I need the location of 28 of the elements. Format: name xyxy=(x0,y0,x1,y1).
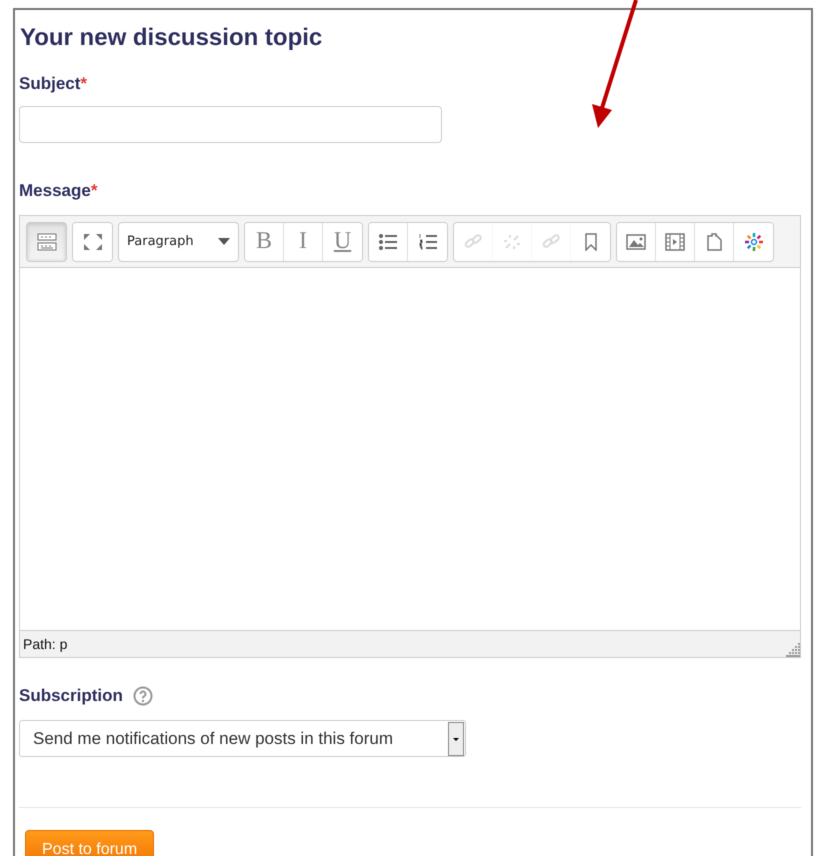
subject-label: Subject xyxy=(19,74,80,94)
broken-link-icon xyxy=(502,232,522,250)
format-dropdown[interactable]: Paragraph xyxy=(118,222,239,262)
subscription-select[interactable]: Send me notifications of new posts in this forum xyxy=(19,720,466,757)
help-icon[interactable] xyxy=(132,686,153,706)
required-mark: * xyxy=(80,74,88,94)
bookmark-icon xyxy=(584,232,598,250)
film-icon xyxy=(665,232,685,250)
bullets-button[interactable] xyxy=(369,222,408,260)
expand-icon xyxy=(82,232,102,250)
image-icon xyxy=(626,232,646,250)
form-heading: Your new discussion topic xyxy=(20,24,324,52)
element-path: Path: p xyxy=(23,636,68,652)
link-icon xyxy=(541,232,561,250)
link-icon xyxy=(463,232,483,250)
resize-grip-icon[interactable] xyxy=(786,643,800,657)
colorful-burst-icon xyxy=(744,232,764,252)
bullet-list-icon xyxy=(378,232,398,250)
bold-button[interactable]: B xyxy=(245,222,284,260)
numbered-list-icon xyxy=(418,232,438,250)
subscription-label: Subscription xyxy=(19,686,123,706)
message-label: Message xyxy=(19,181,91,201)
keyboard-icon xyxy=(36,232,56,250)
post-button[interactable]: Post to forum xyxy=(25,830,154,856)
image-button[interactable] xyxy=(617,222,656,260)
caret-icon xyxy=(218,238,230,245)
subject-field[interactable] xyxy=(19,106,442,143)
required-mark: * xyxy=(90,181,98,201)
